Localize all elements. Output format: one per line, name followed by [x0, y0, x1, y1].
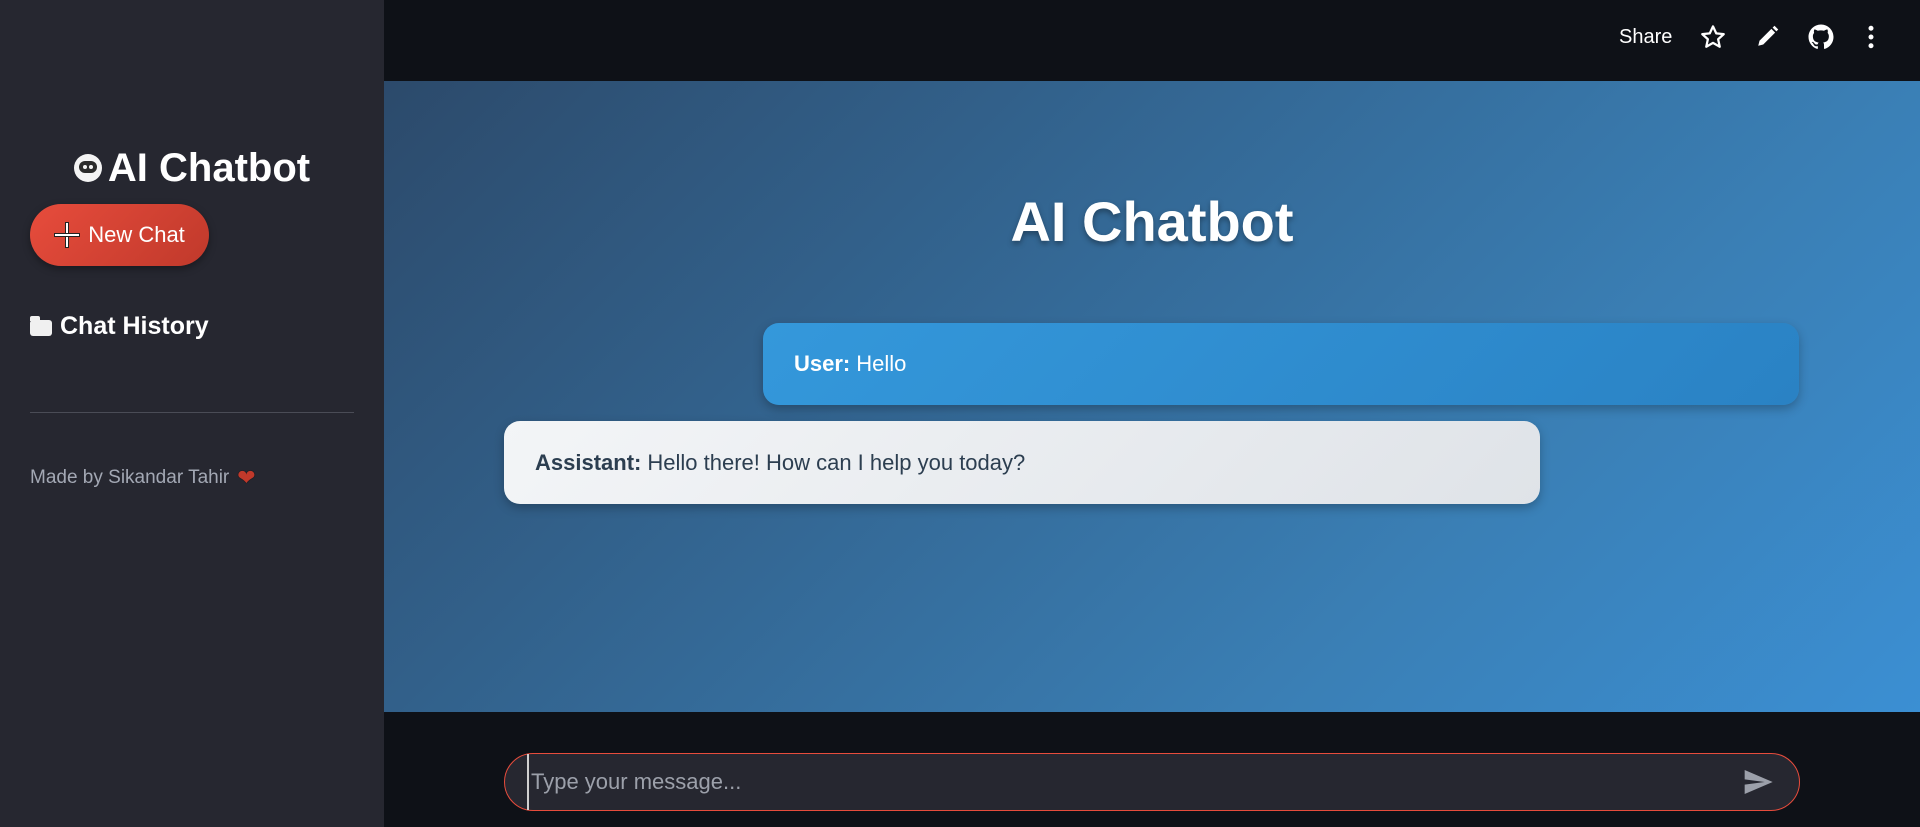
page-title: AI Chatbot: [1010, 190, 1294, 253]
chat-history-heading: Chat History: [30, 308, 209, 344]
chat-main: AI Chatbot User: Hello Assistant: Hello …: [384, 81, 1920, 712]
pencil-icon[interactable]: [1752, 22, 1782, 52]
sidebar-title-text: AI Chatbot: [107, 145, 311, 190]
sidebar-divider: [30, 412, 354, 413]
sidebar: AI Chatbot New Chat Chat History Made by…: [0, 0, 384, 827]
new-chat-label: New Chat: [88, 222, 185, 247]
message-text: Hello there! How can I help you today?: [647, 449, 1026, 475]
message-input[interactable]: [527, 754, 1727, 810]
chat-input-container: [504, 753, 1800, 811]
footer-text: Made by Sikandar Tahir: [30, 467, 230, 488]
more-vertical-icon[interactable]: [1856, 22, 1886, 52]
message-role: User:: [794, 351, 851, 376]
github-icon[interactable]: [1806, 22, 1836, 52]
message-role: Assistant:: [535, 449, 642, 475]
message-text: Hello: [856, 351, 907, 376]
footer-credit: Made by Sikandar Tahir ❤: [30, 464, 256, 492]
top-bar: Share: [384, 0, 1920, 81]
new-chat-button[interactable]: New Chat: [30, 204, 209, 266]
sidebar-title: AI Chatbot: [0, 142, 384, 194]
robot-icon: [73, 154, 102, 182]
star-icon[interactable]: [1698, 22, 1728, 52]
chat-history-label: Chat History: [60, 311, 209, 340]
chat-input-area: [384, 712, 1920, 827]
share-button[interactable]: Share: [1619, 22, 1672, 52]
user-message: User: Hello: [763, 323, 1799, 405]
folder-icon: [30, 315, 52, 336]
plus-icon: [54, 222, 81, 248]
heart-icon: ❤: [237, 465, 256, 490]
assistant-message: Assistant: Hello there! How can I help y…: [504, 421, 1540, 504]
send-icon[interactable]: [1741, 766, 1775, 798]
